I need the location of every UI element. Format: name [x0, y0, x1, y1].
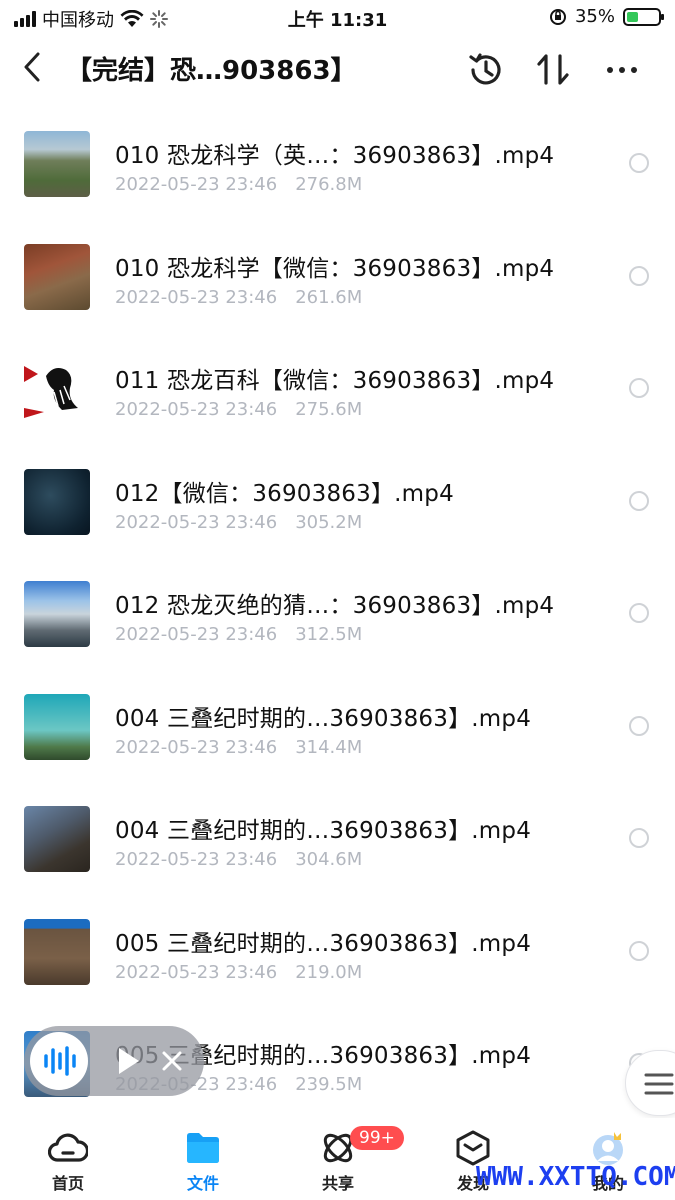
folder-icon	[187, 1133, 219, 1163]
tab-label: 文件	[186, 1174, 219, 1193]
select-radio[interactable]	[629, 715, 649, 736]
video-thumbnail	[24, 356, 90, 422]
audio-wave-button[interactable]	[30, 1032, 88, 1090]
box-icon	[456, 1130, 490, 1166]
video-thumbnail	[24, 243, 90, 310]
file-meta: 2022-05-23 23:46 276.8M	[115, 174, 362, 195]
file-date: 2022-05-23 23:46	[115, 399, 278, 420]
file-size: 304.6M	[295, 849, 363, 870]
cloud-icon	[48, 1133, 88, 1162]
file-meta: 2022-05-23 23:46 304.6M	[115, 849, 362, 870]
tab-home[interactable]: 首页	[18, 1130, 118, 1194]
file-row[interactable]: 005 三叠纪时期的…36903863】.mp4 2022-05-23 23:4…	[0, 888, 675, 1001]
file-date: 2022-05-23 23:46	[115, 736, 278, 758]
file-size: 275.6M	[295, 399, 363, 420]
file-row[interactable]: 004 三叠纪时期的…36903863】.mp4 2022-05-23 23:4…	[0, 663, 675, 776]
select-radio[interactable]	[629, 940, 649, 961]
avatar-icon	[593, 1132, 623, 1165]
select-radio[interactable]	[629, 828, 649, 848]
select-radio[interactable]	[629, 490, 649, 511]
file-name: 012【微信：36903863】.mp4	[115, 480, 454, 507]
more-icon[interactable]	[602, 50, 642, 90]
file-name: 005 三叠纪时期的…36903863】.mp4	[115, 930, 532, 957]
file-row[interactable]: 004 三叠纪时期的…36903863】.mp4 2022-05-23 23:4…	[0, 775, 675, 888]
file-date: 2022-05-23 23:46	[115, 849, 278, 870]
file-meta: 2022-05-23 23:46 312.5M	[115, 624, 362, 645]
battery-icon	[623, 7, 664, 26]
video-thumbnail	[24, 693, 90, 760]
status-right: 35%	[549, 6, 664, 27]
select-radio[interactable]	[629, 378, 649, 398]
battery-fill	[627, 11, 638, 22]
file-name: 010 恐龙科学【微信：36903863】.mp4	[115, 255, 555, 282]
file-size: 219.0M	[295, 961, 363, 983]
menu-icon	[644, 1073, 674, 1095]
file-size: 312.5M	[295, 624, 363, 645]
tab-label: 共享	[321, 1174, 354, 1193]
floating-player[interactable]	[24, 1026, 204, 1096]
status-bar: 中国移动 上午 11:31 35%	[0, 0, 675, 34]
file-meta: 2022-05-23 23:46 305.2M	[115, 512, 362, 533]
dinosaur-skeleton-icon	[24, 366, 78, 418]
file-row[interactable]: 012【微信：36903863】.mp4 2022-05-23 23:46 305…	[0, 438, 675, 551]
file-row[interactable]: 010 恐龙科学【微信：36903863】.mp4 2022-05-23 23:…	[0, 213, 675, 326]
file-row[interactable]: 011 恐龙百科【微信：36903863】.mp4 2022-05-23 23:…	[0, 325, 675, 438]
sort-icon[interactable]	[534, 50, 574, 90]
file-name: 012 恐龙灭绝的猜…：36903863】.mp4	[115, 593, 555, 619]
file-meta: 2022-05-23 23:46 314.4M	[115, 737, 362, 758]
file-date: 2022-05-23 23:46	[115, 511, 278, 533]
watermark-text: WWW.XXTTQ.COM	[476, 1162, 675, 1192]
play-icon[interactable]	[116, 1046, 142, 1076]
file-date: 2022-05-23 23:46	[115, 624, 278, 645]
video-thumbnail	[24, 918, 90, 985]
select-radio[interactable]	[629, 153, 649, 173]
history-icon[interactable]	[466, 50, 506, 90]
file-meta: 2022-05-23 23:46 219.0M	[115, 962, 362, 983]
file-row[interactable]: 012 恐龙灭绝的猜…：36903863】.mp4 2022-05-23 23:…	[0, 550, 675, 663]
file-name: 011 恐龙百科【微信：36903863】.mp4	[115, 368, 555, 394]
audio-wave-icon	[44, 1046, 76, 1076]
file-size: 314.4M	[295, 736, 363, 758]
file-meta: 2022-05-23 23:46 261.6M	[115, 287, 362, 308]
file-size: 261.6M	[295, 286, 363, 308]
battery-percent: 35%	[574, 6, 615, 27]
file-date: 2022-05-23 23:46	[115, 961, 278, 983]
select-radio[interactable]	[629, 265, 649, 286]
back-arrow-icon[interactable]	[18, 48, 48, 88]
file-date: 2022-05-23 23:46	[115, 286, 278, 308]
file-date: 2022-05-23 23:46	[115, 174, 278, 195]
tab-share[interactable]: 共享 99+	[288, 1126, 404, 1194]
tab-files[interactable]: 文件	[153, 1130, 253, 1194]
file-name: 004 三叠纪时期的…36903863】.mp4	[115, 818, 532, 844]
page-title: 【完结】恐…903863】	[66, 56, 357, 86]
tab-label: 首页	[51, 1174, 84, 1193]
file-size: 239.5M	[295, 1074, 363, 1095]
file-list: 010 恐龙科学（英…：36903863】.mp4 2022-05-23 23:…	[0, 100, 675, 1113]
file-name: 004 三叠纪时期的…36903863】.mp4	[115, 705, 532, 732]
video-thumbnail	[24, 581, 90, 647]
video-thumbnail	[24, 131, 90, 197]
nav-bar: 【完结】恐…903863】	[0, 38, 675, 100]
video-thumbnail	[24, 468, 90, 535]
close-icon[interactable]	[160, 1049, 184, 1073]
orientation-lock-icon	[549, 8, 566, 25]
file-size: 276.8M	[295, 174, 363, 195]
video-thumbnail	[24, 806, 90, 872]
file-meta: 2022-05-23 23:46 275.6M	[115, 399, 362, 420]
select-radio[interactable]	[629, 603, 649, 623]
file-row[interactable]: 010 恐龙科学（英…：36903863】.mp4 2022-05-23 23:…	[0, 100, 675, 213]
file-size: 305.2M	[295, 511, 363, 533]
file-name: 010 恐龙科学（英…：36903863】.mp4	[115, 143, 555, 169]
notification-badge: 99+	[350, 1126, 404, 1150]
